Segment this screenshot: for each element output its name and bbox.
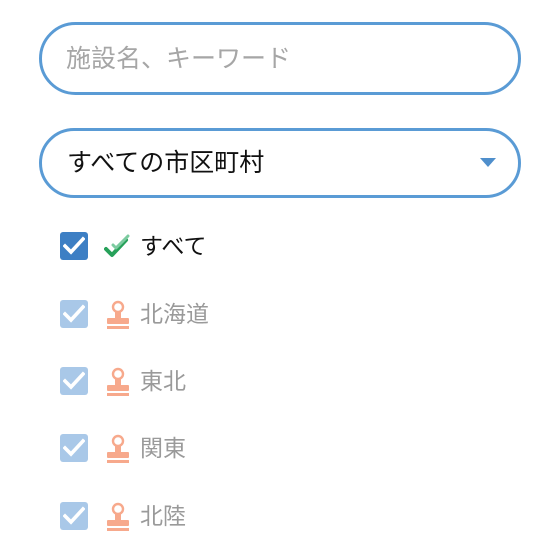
- region-item-label: 北海道: [140, 302, 209, 328]
- check-icon: [63, 438, 85, 457]
- region-item-label: 北陸: [140, 504, 186, 530]
- checkbox[interactable]: [60, 367, 88, 395]
- region-item-hokkaido[interactable]: 北海道: [60, 296, 500, 336]
- check-icon: [63, 371, 85, 390]
- region-item-all[interactable]: すべて: [60, 228, 500, 268]
- check-icon: [63, 236, 85, 255]
- region-item-tohoku[interactable]: 東北: [60, 363, 500, 403]
- checkbox[interactable]: [60, 300, 88, 328]
- check-icon: [63, 506, 85, 525]
- checkbox[interactable]: [60, 502, 88, 530]
- region-item-label: 東北: [140, 369, 186, 395]
- check-icon: [63, 304, 85, 323]
- stamp-icon: [104, 434, 132, 464]
- region-list: すべて 北海道 東北 関東 北陸: [0, 0, 560, 560]
- checkbox[interactable]: [60, 232, 88, 260]
- region-item-hokuriku[interactable]: 北陸: [60, 498, 500, 538]
- stamp-icon: [104, 502, 132, 532]
- region-item-label: 関東: [140, 436, 186, 462]
- double-check-icon: [104, 232, 132, 262]
- page: すべての市区町村 すべて: [0, 0, 560, 560]
- stamp-icon: [104, 300, 132, 330]
- region-item-label: すべて: [140, 234, 207, 260]
- stamp-icon: [104, 367, 132, 397]
- checkbox[interactable]: [60, 434, 88, 462]
- region-item-kanto[interactable]: 関東: [60, 430, 500, 470]
